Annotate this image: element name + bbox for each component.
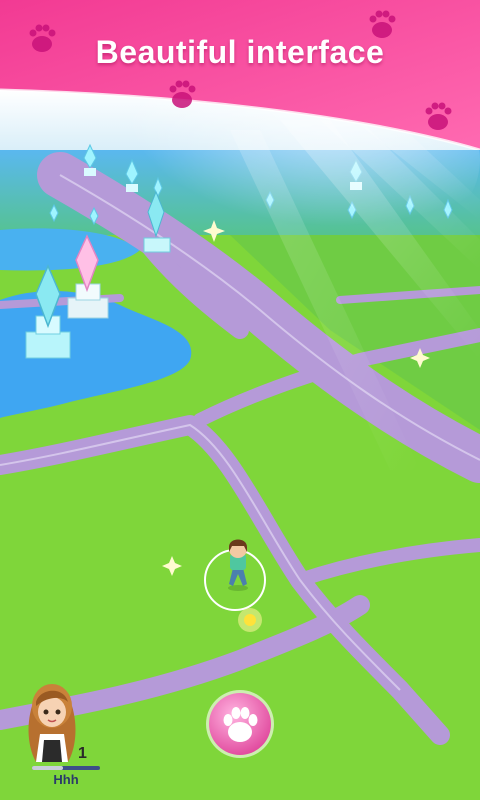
experience-bar-fill [32,766,63,770]
experience-bar [32,766,100,770]
top-banner [0,0,480,150]
banner-title: Beautiful interface [95,34,385,70]
glowing-item[interactable] [238,608,262,632]
player-level: 1 [78,745,87,762]
player-username: Hhh [53,772,79,787]
game-screen: Beautiful interface 1 Hhh [0,0,480,800]
paw-menu-button[interactable] [204,688,276,760]
